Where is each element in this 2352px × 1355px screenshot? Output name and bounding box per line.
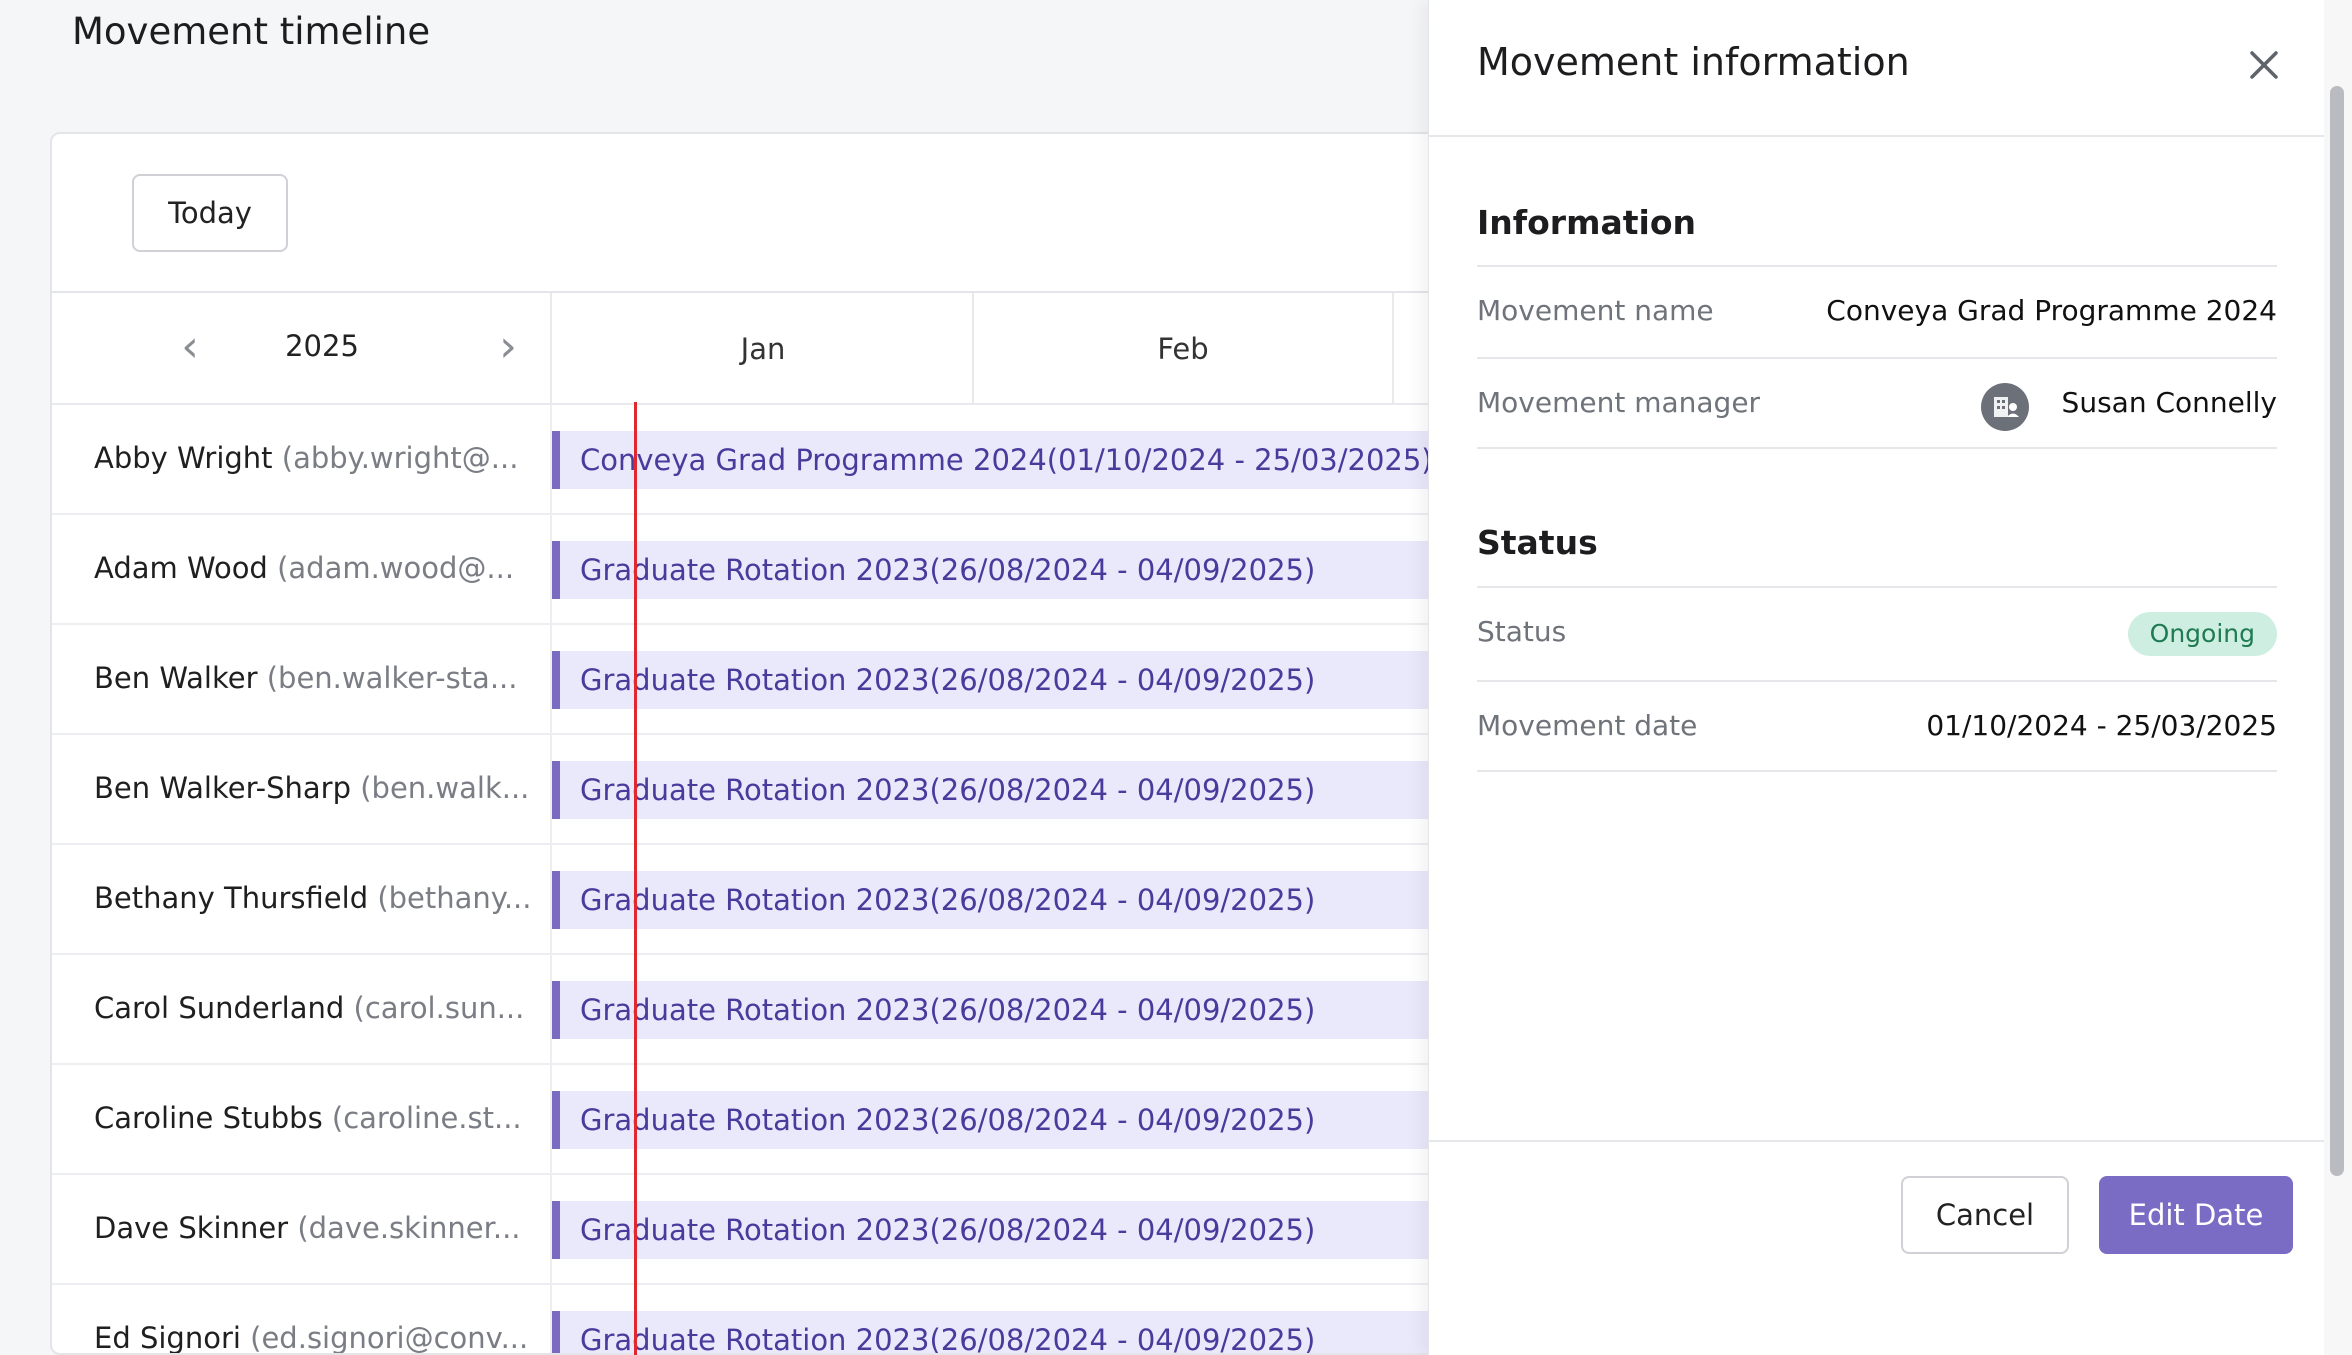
today-button[interactable]: Today	[132, 174, 288, 252]
status-heading: Status	[1477, 523, 1598, 562]
movement-bar[interactable]: Graduate Rotation 2023(26/08/2024 - 04/0…	[552, 761, 1478, 819]
movement-bar[interactable]: Graduate Rotation 2023(26/08/2024 - 04/0…	[552, 651, 1478, 709]
employee-full-name: Abby Wright	[94, 441, 273, 475]
status-row: Status Ongoing	[1477, 586, 2277, 678]
employee-email: (ben.walker-sta...	[266, 661, 518, 695]
month-header-jan: Jan	[554, 293, 974, 405]
drawer-title: Movement information	[1477, 40, 1910, 84]
movement-bar[interactable]: Graduate Rotation 2023(26/08/2024 - 04/0…	[552, 871, 1478, 929]
employee-name: Adam Wood (adam.wood@...	[52, 515, 552, 625]
employee-full-name: Ed Signori	[94, 1321, 241, 1355]
movement-information-drawer: Movement information Information Movemen…	[1428, 0, 2324, 1355]
table-row: Abby Wright (abby.wright@... Conveya Gra…	[52, 405, 1478, 515]
employee-full-name: Bethany Thursfield	[94, 881, 369, 915]
employee-email: (carol.sun...	[353, 991, 525, 1025]
chevron-right-icon[interactable]: ›	[480, 321, 536, 377]
movement-bar[interactable]: Graduate Rotation 2023(26/08/2024 - 04/0…	[552, 541, 1478, 599]
employee-email: (ben.walk...	[360, 771, 530, 805]
employee-full-name: Carol Sunderland	[94, 991, 345, 1025]
movement-date-row: Movement date 01/10/2024 - 25/03/2025	[1477, 680, 2277, 772]
employee-full-name: Dave Skinner	[94, 1211, 289, 1245]
movement-manager-label: Movement manager	[1477, 386, 1761, 419]
information-heading: Information	[1477, 203, 1696, 242]
employee-email: (adam.wood@...	[277, 551, 515, 585]
movement-bar[interactable]: Graduate Rotation 2023(26/08/2024 - 04/0…	[552, 1091, 1478, 1149]
movement-date-label: Movement date	[1477, 709, 1698, 742]
employee-full-name: Adam Wood	[94, 551, 268, 585]
timeline-toolbar: Today	[52, 134, 1478, 293]
employee-email: (caroline.st...	[331, 1101, 522, 1135]
table-row: Ben Walker-Sharp (ben.walk... Graduate R…	[52, 735, 1478, 845]
employee-email: (ed.signori@conv...	[250, 1321, 529, 1355]
movement-bar[interactable]: Conveya Grad Programme 2024(01/10/2024 -…	[552, 431, 1478, 489]
cancel-button[interactable]: Cancel	[1901, 1176, 2069, 1254]
table-row: Dave Skinner (dave.skinner... Graduate R…	[52, 1175, 1478, 1285]
year-label: 2025	[285, 329, 359, 363]
close-icon[interactable]	[2239, 40, 2289, 90]
table-row: Carol Sunderland (carol.sun... Graduate …	[52, 955, 1478, 1065]
table-row: Ben Walker (ben.walker-sta... Graduate R…	[52, 625, 1478, 735]
movement-bar[interactable]: Graduate Rotation 2023(26/08/2024 - 04/0…	[552, 1311, 1478, 1353]
manager-avatar-icon	[1981, 383, 2029, 431]
chevron-left-icon[interactable]: ‹	[162, 321, 218, 377]
employee-name: Caroline Stubbs (caroline.st...	[52, 1065, 552, 1175]
employee-email: (dave.skinner...	[297, 1211, 521, 1245]
employee-full-name: Ben Walker-Sharp	[94, 771, 352, 805]
employee-name: Abby Wright (abby.wright@...	[52, 405, 552, 515]
employee-name: Ben Walker (ben.walker-sta...	[52, 625, 552, 735]
employee-name: Ben Walker-Sharp (ben.walk...	[52, 735, 552, 845]
month-header-feb: Feb	[974, 293, 1394, 405]
employee-email: (abby.wright@...	[281, 441, 519, 475]
year-selector: ‹ 2025 ›	[52, 293, 552, 405]
timeline-header: ‹ 2025 › Jan Feb	[52, 293, 1478, 405]
drawer-footer: Cancel Edit Date	[1429, 1140, 2324, 1355]
movement-name-label: Movement name	[1477, 294, 1714, 327]
employee-name: Ed Signori (ed.signori@conv...	[52, 1285, 552, 1355]
table-row: Caroline Stubbs (caroline.st... Graduate…	[52, 1065, 1478, 1175]
scrollbar-thumb[interactable]	[2330, 86, 2344, 1176]
edit-date-button[interactable]: Edit Date	[2099, 1176, 2293, 1254]
status-label: Status	[1477, 615, 1567, 648]
today-marker-line	[634, 402, 637, 1355]
employee-name: Dave Skinner (dave.skinner...	[52, 1175, 552, 1285]
page-title: Movement timeline	[72, 10, 431, 53]
employee-full-name: Ben Walker	[94, 661, 258, 695]
employee-email: (bethany...	[377, 881, 532, 915]
status-badge: Ongoing	[2127, 612, 2277, 656]
table-row: Adam Wood (adam.wood@... Graduate Rotati…	[52, 515, 1478, 625]
movement-bar[interactable]: Graduate Rotation 2023(26/08/2024 - 04/0…	[552, 981, 1478, 1039]
table-row: Ed Signori (ed.signori@conv... Graduate …	[52, 1285, 1478, 1355]
movement-manager-value: Susan Connelly	[2061, 386, 2277, 419]
movement-manager-row: Movement manager Susan Connelly	[1477, 357, 2277, 449]
employee-full-name: Caroline Stubbs	[94, 1101, 323, 1135]
employee-name: Bethany Thursfield (bethany...	[52, 845, 552, 955]
table-row: Bethany Thursfield (bethany... Graduate …	[52, 845, 1478, 955]
movement-date-value: 01/10/2024 - 25/03/2025	[1926, 709, 2277, 742]
timeline-card: Today ‹ 2025 › Jan Feb Abby Wright (abby…	[50, 132, 1480, 1355]
drawer-header: Movement information	[1429, 0, 2324, 137]
employee-name: Carol Sunderland (carol.sun...	[52, 955, 552, 1065]
movement-bar[interactable]: Graduate Rotation 2023(26/08/2024 - 04/0…	[552, 1201, 1478, 1259]
movement-name-row: Movement name Conveya Grad Programme 202…	[1477, 265, 2277, 357]
movement-name-value: Conveya Grad Programme 2024	[1826, 294, 2277, 327]
